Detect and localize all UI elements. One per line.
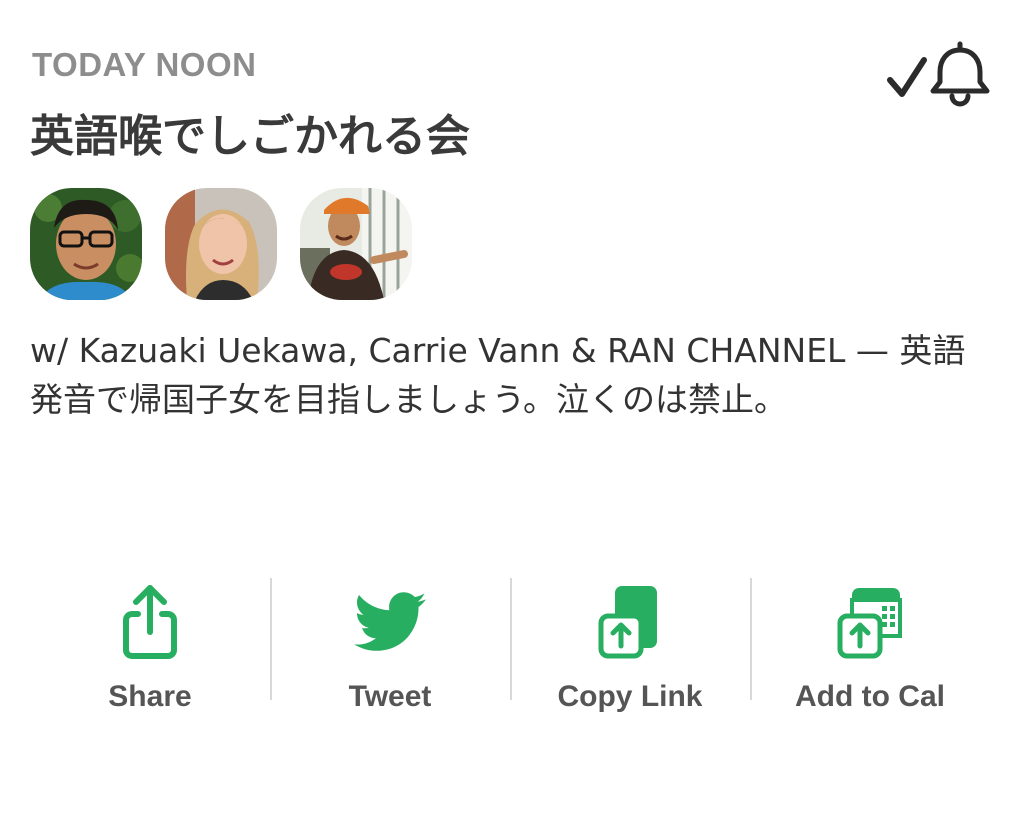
- event-description: w/ Kazuaki Uekawa, Carrie Vann & RAN CHA…: [30, 331, 966, 419]
- share-button[interactable]: Share: [30, 578, 270, 718]
- avatar-carrie-vann: [165, 188, 277, 300]
- add-to-cal-label: Add to Cal: [795, 680, 945, 713]
- tweet-label: Tweet: [348, 680, 432, 713]
- check-bell-icon: [887, 41, 990, 107]
- share-label: Share: [108, 680, 192, 713]
- add-to-calendar-icon: [837, 588, 902, 659]
- tweet-button[interactable]: Tweet: [270, 578, 510, 718]
- event-title: 英語喉でしごかれる会: [30, 111, 470, 162]
- twitter-bird-icon: [354, 592, 426, 651]
- share-icon: [123, 585, 177, 659]
- event-time: TODAY NOON: [32, 46, 257, 83]
- copy-link-button[interactable]: Copy Link: [510, 578, 750, 718]
- add-to-cal-button[interactable]: Add to Cal: [750, 578, 990, 718]
- avatar[interactable]: [165, 188, 277, 300]
- copy-link-icon: [598, 586, 657, 659]
- notify-toggle[interactable]: [884, 40, 994, 110]
- copy-link-label: Copy Link: [557, 680, 703, 713]
- avatar[interactable]: [30, 188, 142, 300]
- avatar-ran-channel: [300, 188, 412, 300]
- avatar-kazuaki-uekawa: [30, 188, 142, 300]
- action-bar: Share Tweet Copy Link Add to Cal: [30, 578, 990, 718]
- host-avatars: [30, 188, 412, 300]
- avatar[interactable]: [300, 188, 412, 300]
